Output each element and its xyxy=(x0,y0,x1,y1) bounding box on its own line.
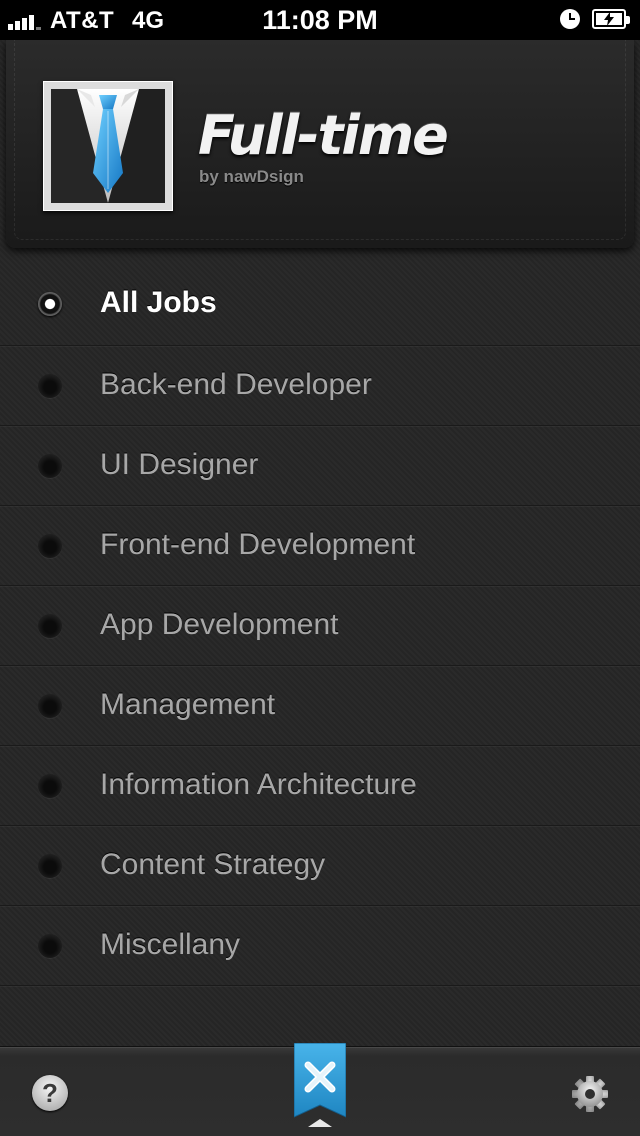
suit-and-tie-icon xyxy=(51,89,165,203)
app-screen: AT&T 4G 11:08 PM Full-time by nawDsign A… xyxy=(0,0,640,1136)
menu-item-app-development[interactable]: App Development xyxy=(0,586,640,666)
menu-item-content-strategy[interactable]: Content Strategy xyxy=(0,826,640,906)
job-category-list: All Jobs Back-end Developer UI Designer … xyxy=(0,264,640,986)
radio-bullet-icon xyxy=(38,854,62,878)
gear-icon xyxy=(572,1076,608,1112)
clock: 11:08 PM xyxy=(262,5,378,35)
menu-item-miscellany[interactable]: Miscellany xyxy=(0,906,640,986)
menu-item-label: Back-end Developer xyxy=(100,368,372,401)
radio-bullet-icon xyxy=(38,694,62,718)
help-button[interactable]: ? xyxy=(32,1075,68,1111)
app-subtitle: by nawDsign xyxy=(199,167,304,186)
menu-item-management[interactable]: Management xyxy=(0,666,640,746)
settings-button[interactable] xyxy=(570,1074,610,1114)
menu-item-label: UI Designer xyxy=(100,448,259,481)
menu-item-front-end-development[interactable]: Front-end Development xyxy=(0,506,640,586)
menu-item-label: All Jobs xyxy=(100,286,217,319)
app-title: Full-time xyxy=(198,104,449,167)
radio-bullet-icon xyxy=(38,614,62,638)
radio-bullet-icon xyxy=(38,292,62,316)
app-header: Full-time by nawDsign xyxy=(6,40,634,248)
close-menu-button[interactable] xyxy=(293,1042,347,1127)
radio-bullet-icon xyxy=(38,534,62,558)
status-bar: AT&T 4G 11:08 PM xyxy=(0,0,640,40)
radio-bullet-icon xyxy=(38,454,62,478)
alarm-clock-icon xyxy=(560,9,580,29)
question-icon: ? xyxy=(42,1078,58,1108)
menu-item-label: Miscellany xyxy=(100,928,241,961)
menu-item-label: Content Strategy xyxy=(100,848,326,881)
menu-item-label: App Development xyxy=(100,608,339,641)
menu-item-label: Management xyxy=(100,688,276,721)
menu-item-all-jobs[interactable]: All Jobs xyxy=(0,264,640,346)
radio-bullet-icon xyxy=(38,374,62,398)
close-x-icon xyxy=(293,1042,347,1127)
menu-item-ui-designer[interactable]: UI Designer xyxy=(0,426,640,506)
menu-item-information-architecture[interactable]: Information Architecture xyxy=(0,746,640,826)
app-logo xyxy=(43,81,173,211)
bottom-toolbar: ? xyxy=(0,1042,640,1136)
menu-item-back-end-developer[interactable]: Back-end Developer xyxy=(0,346,640,426)
menu-item-label: Front-end Development xyxy=(100,528,416,561)
battery-charging-icon xyxy=(592,9,630,29)
radio-bullet-icon xyxy=(38,934,62,958)
menu-item-label: Information Architecture xyxy=(100,768,417,801)
radio-bullet-icon xyxy=(38,774,62,798)
